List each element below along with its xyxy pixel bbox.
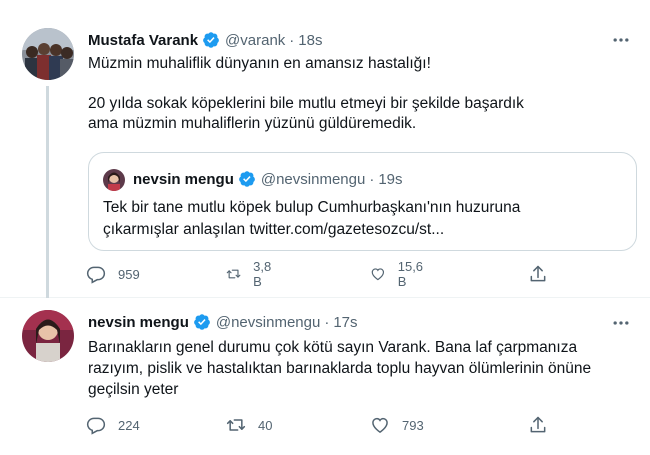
verified-badge-icon — [202, 31, 220, 49]
like-button[interactable]: 15,6 B — [370, 259, 427, 289]
avatar[interactable] — [22, 28, 74, 80]
tweet-text: Barınakların genel durumu çok kötü sayın… — [88, 337, 632, 400]
tweet[interactable]: nevsin mengu @nevsinmengu · 17s Barınakl… — [0, 298, 650, 455]
more-icon[interactable] — [610, 313, 632, 333]
share-icon — [530, 265, 546, 282]
tweet-header: nevsin mengu @nevsinmengu · 17s — [88, 312, 632, 332]
retweet-count: 40 — [258, 417, 273, 433]
separator-dot: · — [369, 170, 375, 188]
quoted-author-handle[interactable]: @nevsinmengu — [261, 171, 365, 188]
timestamp[interactable]: 18s — [298, 32, 322, 49]
quoted-timestamp[interactable]: 19s — [378, 171, 402, 188]
retweet-icon — [226, 419, 246, 431]
quoted-tweet[interactable]: nevsin mengu @nevsinmengu · 19s Tek bir … — [88, 152, 637, 251]
like-icon — [371, 268, 385, 281]
author-handle[interactable]: @nevsinmengu — [216, 314, 320, 331]
like-button[interactable]: 793 — [370, 413, 424, 437]
author-name[interactable]: nevsin mengu — [88, 314, 189, 331]
reply-count: 224 — [118, 417, 140, 433]
like-count: 793 — [402, 417, 424, 433]
tweet[interactable]: Mustafa Varank @varank · 18s Müzmin muha… — [0, 0, 650, 298]
reply-button[interactable]: 959 — [86, 262, 140, 286]
quoted-author-name[interactable]: nevsin mengu — [133, 171, 234, 188]
tweet-text-line: Müzmin muhaliflik dünyanın en amansız ha… — [88, 55, 431, 72]
retweet-button[interactable]: 40 — [226, 413, 272, 437]
share-button[interactable] — [528, 413, 548, 437]
author-handle[interactable]: @varank — [225, 32, 285, 49]
avatar[interactable] — [22, 310, 74, 362]
tweet-header: Mustafa Varank @varank · 18s — [88, 30, 632, 50]
retweet-icon — [226, 269, 241, 279]
share-button[interactable] — [528, 262, 548, 286]
verified-badge-icon — [238, 170, 256, 188]
reply-icon — [86, 266, 106, 284]
timestamp[interactable]: 17s — [333, 314, 357, 331]
author-name[interactable]: Mustafa Varank — [88, 32, 198, 49]
reply-count: 959 — [118, 266, 140, 282]
more-icon[interactable] — [610, 30, 632, 50]
reply-icon — [86, 417, 106, 435]
like-count: 15,6 B — [397, 259, 424, 289]
separator-dot: · — [324, 313, 330, 331]
quoted-avatar[interactable] — [103, 169, 125, 191]
tweet-text: Müzmin muhaliflik dünyanın en amansız ha… — [88, 54, 632, 134]
tweet-text-line: 20 yılda sokak köpeklerini bile mutlu et… — [88, 95, 524, 132]
thread-line — [46, 86, 49, 298]
retweet-count: 3,8 B — [253, 259, 272, 289]
quoted-text: Tek bir tane mutlu köpek bulup Cumhurbaş… — [103, 199, 521, 238]
retweet-button[interactable]: 3,8 B — [226, 259, 276, 289]
quoted-header: nevsin mengu @nevsinmengu · 19s — [133, 170, 403, 188]
tweet-text-line: Barınakların genel durumu çok kötü sayın… — [88, 339, 592, 398]
reply-button[interactable]: 224 — [86, 413, 140, 437]
share-icon — [530, 416, 546, 433]
separator-dot: · — [289, 31, 295, 49]
like-icon — [372, 417, 388, 433]
verified-badge-icon — [193, 313, 211, 331]
